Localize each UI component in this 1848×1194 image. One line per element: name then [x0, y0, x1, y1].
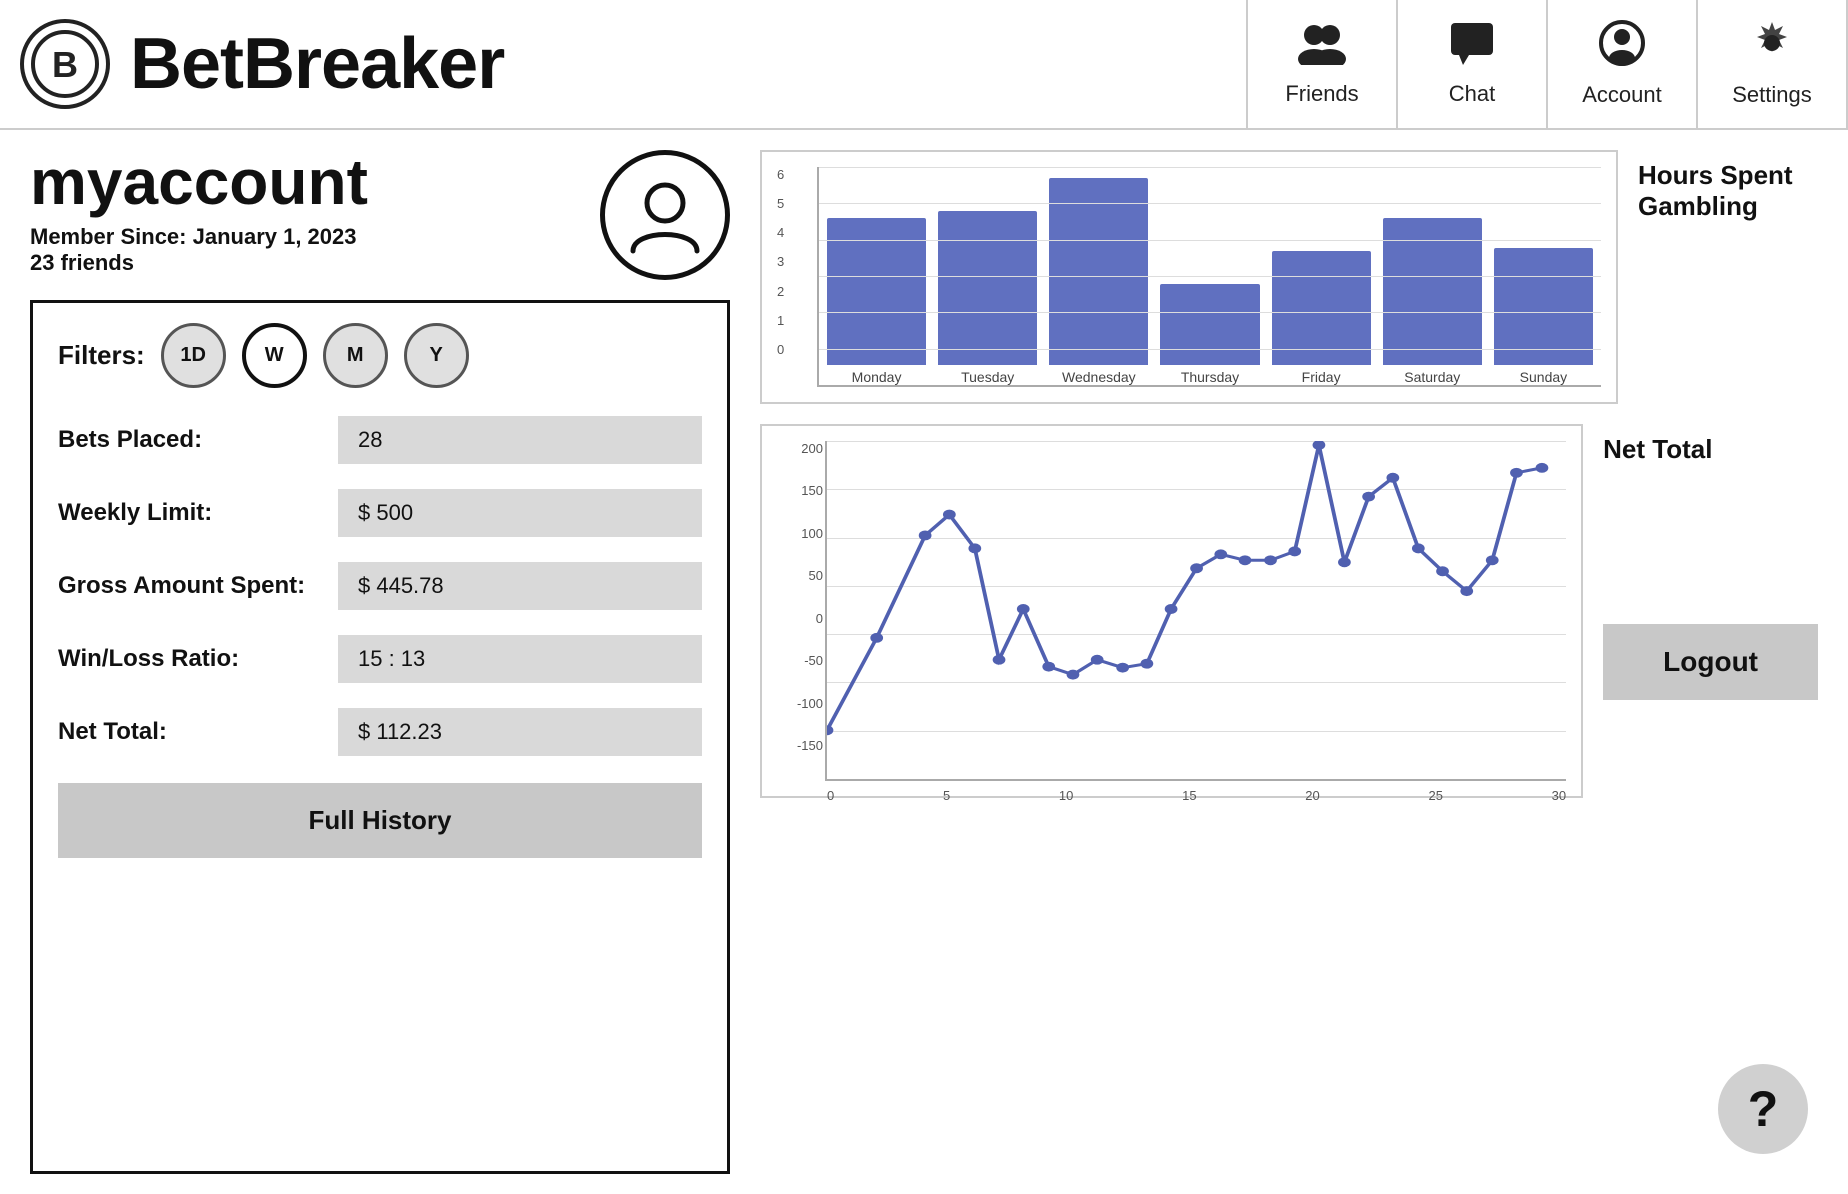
bar-friday: Friday	[1272, 251, 1371, 385]
nav-account-label: Account	[1582, 82, 1662, 108]
nav-chat-label: Chat	[1449, 81, 1495, 107]
bar-chart-container: 0 1 2 3 4 5 6	[760, 150, 1618, 404]
stat-win-loss: Win/Loss Ratio: 15 : 13	[58, 627, 702, 692]
filter-m[interactable]: M	[323, 323, 388, 388]
logo-area: B BetBreaker	[0, 19, 524, 109]
logo-icon: B	[20, 19, 110, 109]
filter-y[interactable]: Y	[404, 323, 469, 388]
friends-count: 23 friends	[30, 250, 368, 276]
username: myaccount	[30, 150, 368, 214]
nav-friends[interactable]: Friends	[1248, 0, 1398, 128]
friends-icon	[1297, 21, 1347, 75]
profile-section: myaccount Member Since: January 1, 2023 …	[30, 150, 730, 290]
line-chart-title: Net Total	[1603, 424, 1712, 604]
stat-bets-placed: Bets Placed: 28	[58, 408, 702, 473]
line-chart-container: -150 -100 -50 0 50 100 150 200	[760, 424, 1583, 798]
nav-chat[interactable]: Chat	[1398, 0, 1548, 128]
account-icon	[1599, 20, 1645, 76]
stat-weekly-limit: Weekly Limit: $ 500	[58, 481, 702, 546]
help-button[interactable]: ?	[1718, 1064, 1808, 1154]
filter-1d[interactable]: 1D	[161, 323, 226, 388]
filters-label: Filters:	[58, 340, 145, 371]
main-content: myaccount Member Since: January 1, 2023 …	[0, 130, 1848, 1194]
filter-w[interactable]: W	[242, 323, 307, 388]
nav-bar: Friends Chat Account	[1246, 0, 1848, 128]
chat-icon	[1449, 21, 1495, 75]
header: B BetBreaker Friends	[0, 0, 1848, 130]
left-panel: myaccount Member Since: January 1, 2023 …	[30, 150, 730, 1174]
nav-friends-label: Friends	[1285, 81, 1358, 107]
stat-gross-amount: Gross Amount Spent: $ 445.78	[58, 554, 702, 619]
bar-tuesday: Tuesday	[938, 211, 1037, 385]
nav-settings-label: Settings	[1732, 82, 1812, 108]
nav-settings[interactable]: Settings	[1698, 0, 1848, 128]
profile-meta: Member Since: January 1, 2023 23 friends	[30, 224, 368, 276]
line-chart-svg	[827, 441, 1566, 779]
bar-saturday: Saturday	[1383, 218, 1482, 385]
bar-sunday: Sunday	[1494, 248, 1593, 385]
bar-wednesday: Wednesday	[1049, 178, 1148, 385]
bar-chart-section: 0 1 2 3 4 5 6	[760, 150, 1818, 404]
line-chart-section: -150 -100 -50 0 50 100 150 200	[760, 424, 1818, 798]
nav-account[interactable]: Account	[1548, 0, 1698, 128]
filters-row: Filters: 1D W M Y	[58, 323, 702, 388]
bar-chart-title: Hours SpentGambling	[1638, 150, 1818, 222]
stats-box: Filters: 1D W M Y Bets Placed: 28 Weekly…	[30, 300, 730, 1174]
stat-net-total: Net Total: $ 112.23	[58, 700, 702, 765]
full-history-button[interactable]: Full History	[58, 783, 702, 858]
logout-button[interactable]: Logout	[1603, 624, 1818, 700]
bar-thursday: Thursday	[1160, 284, 1259, 385]
site-title: BetBreaker	[130, 23, 504, 105]
svg-text:B: B	[52, 44, 78, 85]
bar-monday: Monday	[827, 218, 926, 385]
right-panel: 0 1 2 3 4 5 6	[760, 150, 1818, 1174]
member-since: Member Since: January 1, 2023	[30, 224, 368, 250]
avatar	[600, 150, 730, 280]
settings-icon	[1749, 20, 1795, 76]
